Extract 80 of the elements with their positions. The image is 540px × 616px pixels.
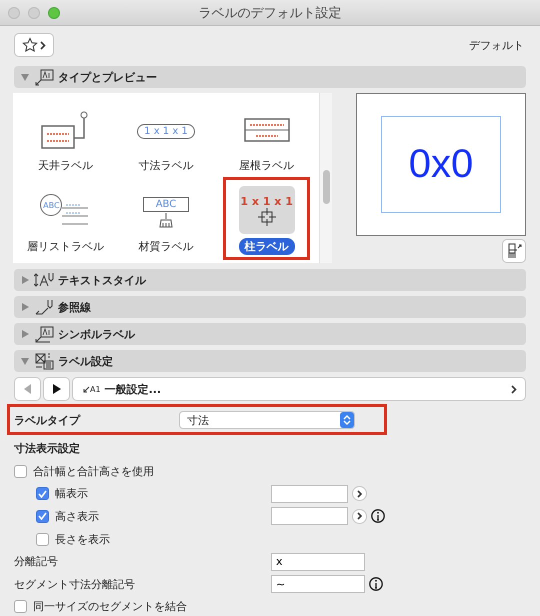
group-title: 寸法表示設定 (14, 441, 81, 456)
expand-triangle-icon (20, 329, 30, 339)
checkbox-label: 長さを表示 (55, 532, 110, 547)
label-type-tile[interactable]: 1 x 1 x 1 柱ラベル (224, 178, 309, 259)
checkbox[interactable] (36, 487, 49, 500)
section-header[interactable]: ラベル設定 (14, 350, 526, 372)
checkbox[interactable] (36, 532, 49, 546)
favorite-name: デフォルト (469, 38, 524, 52)
label-type-select[interactable]: 寸法 (179, 411, 355, 429)
checkbox[interactable] (14, 464, 27, 478)
collapse-triangle-icon (20, 356, 30, 366)
thumbnail-text: ABC (40, 194, 62, 216)
expand-triangle-icon (20, 275, 30, 285)
page-icon: A1 (83, 384, 101, 394)
zoom-button[interactable] (48, 6, 60, 18)
field-label: セグメント寸法分離記号 (14, 576, 135, 592)
scroll-thumb[interactable] (323, 170, 330, 204)
window-title: ラベルのデフォルト設定 (198, 6, 342, 20)
checkbox-label: 同一サイズのセグメントを結合 (33, 599, 187, 614)
chevron-icon (511, 384, 517, 394)
input-field[interactable] (271, 507, 348, 526)
page-dropdown[interactable]: A1 一般設定... (72, 377, 526, 401)
scrollbar[interactable] (319, 93, 332, 263)
ceiling-label-icon (40, 110, 90, 152)
next-page-button[interactable] (43, 377, 70, 401)
thumbnail-text: 1 x 1 x 1 (137, 124, 195, 138)
tile-label: 層リストラベル (26, 239, 105, 255)
expand-triangle-icon (20, 302, 30, 312)
label-type-tile[interactable]: ABC 材質ラベル (116, 178, 216, 259)
star-icon (22, 37, 38, 53)
right-triangle-icon (52, 384, 60, 394)
input-field[interactable]: ~ (271, 575, 365, 594)
preview-view-button[interactable] (502, 239, 526, 263)
text-style-icon (34, 271, 54, 289)
checkbox[interactable] (36, 510, 49, 523)
section-header[interactable]: シンボルラベル (14, 323, 526, 345)
checkbox[interactable] (14, 600, 27, 614)
favorites-button[interactable] (14, 33, 54, 57)
left-triangle-icon (24, 384, 32, 394)
field-label: ラベルタイプ (14, 412, 82, 428)
preview-text: 0x0 (408, 142, 474, 187)
chevron-icon (356, 490, 362, 498)
tile-label: 材質ラベル (137, 239, 194, 255)
label-icon (34, 325, 54, 343)
checkbox-label: 幅表示 (55, 486, 88, 502)
settings-icon (34, 352, 54, 370)
checkmark-icon (38, 512, 47, 520)
thumbnail-text: 1 x 1 x 1 (240, 194, 293, 208)
tile-label: 柱ラベル (238, 238, 295, 255)
column-crosshair-icon (258, 208, 276, 226)
input-field[interactable]: x (271, 552, 365, 571)
thumbnail-text: ABC (142, 196, 190, 212)
minimize-button[interactable] (28, 6, 40, 18)
section-header[interactable]: タイプとプレビュー (14, 66, 526, 88)
stepper-icon (343, 414, 351, 426)
section-header[interactable]: 参照線 (14, 296, 526, 318)
label-type-tile[interactable]: ABC 層リストラベル (15, 178, 116, 259)
collapse-triangle-icon (20, 72, 30, 82)
tile-label: 天井ラベル (36, 158, 94, 174)
section-header[interactable]: テキストスタイル (14, 269, 526, 291)
tile-label: 屋根ラベル (238, 158, 296, 174)
leader-line-icon (34, 298, 54, 316)
label-type-tile[interactable]: 1 x 1 x 1 寸法ラベル (116, 97, 216, 178)
checkbox-label: 高さ表示 (55, 508, 99, 524)
roof-label-icon (244, 117, 290, 145)
input-field[interactable] (271, 484, 348, 503)
label-icon (34, 68, 54, 86)
arrow-icon (83, 386, 90, 392)
brush-icon (156, 212, 175, 228)
checkmark-icon (38, 490, 47, 498)
checkbox-label: 合計幅と合計高さを使用 (33, 464, 154, 479)
chevron-icon (356, 512, 362, 520)
chevron-icon (40, 40, 46, 50)
label-type-tile[interactable]: 屋根ラベル (216, 97, 317, 178)
arrow-button[interactable] (352, 486, 367, 502)
arrow-button[interactable] (352, 508, 367, 524)
field-label: 分離記号 (14, 554, 58, 570)
label-type-tile[interactable]: 天井ラベル (15, 97, 116, 178)
tile-label: 寸法ラベル (137, 158, 194, 174)
close-button[interactable] (8, 6, 20, 18)
